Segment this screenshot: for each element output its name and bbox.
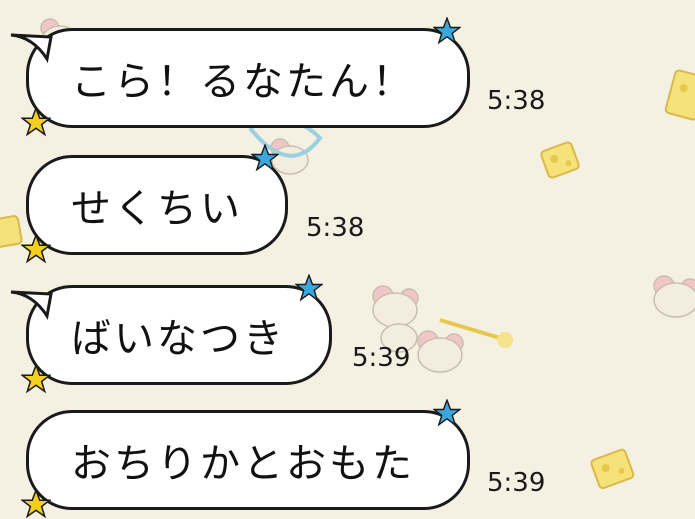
yellow-star-icon (21, 364, 51, 394)
bubble-tail (10, 290, 53, 321)
yellow-star-icon (21, 489, 51, 519)
message-time: 5:39 (352, 343, 411, 373)
message-row: おちりかとおもた 5:39 (0, 399, 695, 519)
message-time: 5:39 (487, 468, 546, 498)
blue-star-icon (295, 274, 323, 302)
message-bubble[interactable]: おちりかとおもた (21, 399, 470, 519)
blue-star-icon (251, 144, 279, 172)
message-row: こら！るなたん！ 5:38 (0, 17, 695, 137)
message-text: こら！るなたん！ (71, 59, 415, 105)
message-row: せくちい 5:38 (0, 144, 695, 264)
message-text: おちりかとおもた (71, 441, 415, 487)
yellow-star-icon (21, 234, 51, 264)
message-bubble[interactable]: こら！るなたん！ (10, 17, 470, 137)
bubble-tail (10, 33, 53, 64)
yellow-star-icon (21, 107, 51, 137)
message-row: ばいなつき 5:39 (0, 274, 695, 394)
blue-star-icon (433, 399, 461, 427)
message-text: ばいなつき (71, 316, 286, 362)
blue-star-icon (433, 17, 461, 45)
message-time: 5:38 (487, 86, 546, 116)
message-text: せくちい (71, 186, 243, 232)
message-bubble[interactable]: ばいなつき (10, 274, 332, 394)
message-bubble[interactable]: せくちい (21, 144, 288, 264)
message-time: 5:38 (306, 213, 365, 243)
